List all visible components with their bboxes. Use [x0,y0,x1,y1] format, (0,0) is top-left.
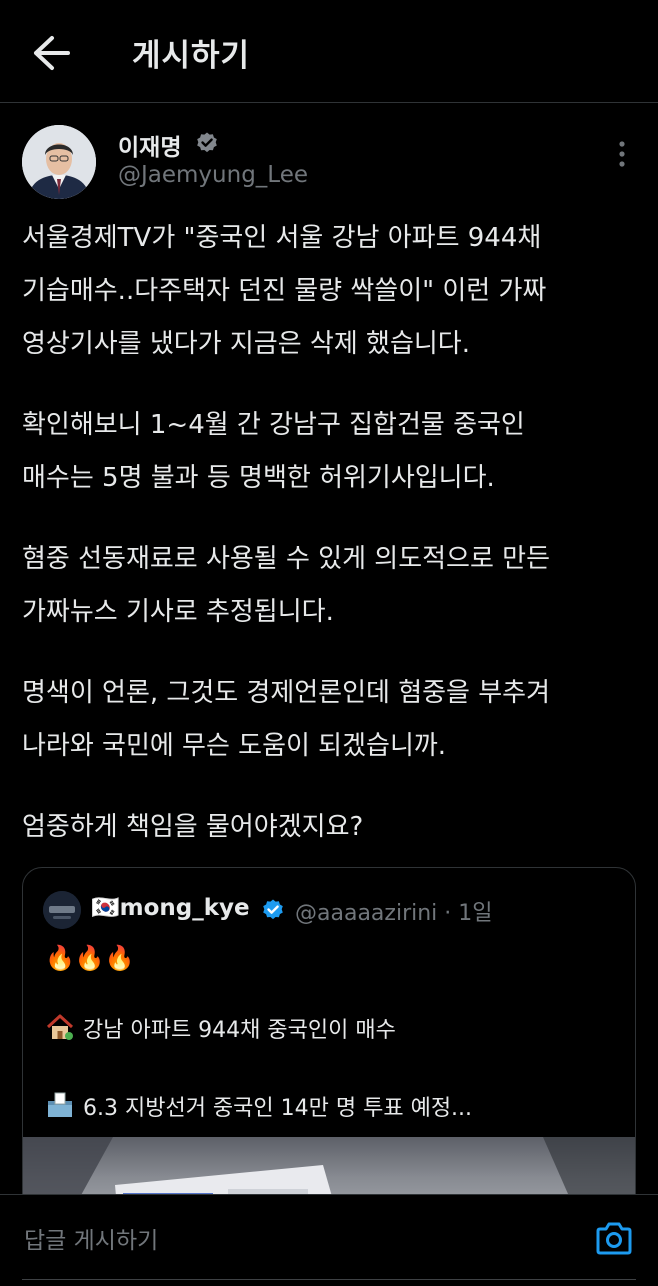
verified-badge-icon [197,132,217,153]
camera-icon [596,1222,632,1255]
author-handle[interactable]: @Jaemyung_Lee [118,162,308,188]
quoted-line: 강남 아파트 944채 중국인이 매수 [45,1012,396,1044]
post-paragraph: 혐중 선동재료로 사용될 수 있게 의도적으로 만든 가짜뉴스 기사로 추정됩니… [22,544,550,627]
more-options-button[interactable] [608,138,636,170]
quoted-line: 6.3 지방선거 중국인 14만 명 투표 예정... [45,1090,472,1122]
reply-input[interactable] [22,1210,566,1272]
quoted-avatar [43,891,81,929]
page-title: 게시하기 [132,38,251,74]
house-icon [46,1014,74,1040]
quoted-handle-time: @aaaaazirini · 1일 [295,901,493,926]
verified-badge-icon [263,899,283,920]
post-text: 서울경제TV가 "중국인 서울 강남 아파트 944채 기습매수..다주택자 던… [22,212,640,854]
quoted-display-name: 🇰🇷mong_kye [91,895,250,921]
arrow-left-icon [34,36,70,70]
avatar[interactable] [22,125,96,199]
post-paragraph: 엄중하게 책임을 물어야겠지요? [22,812,364,842]
quoted-post[interactable]: 🇰🇷mong_kye @aaaaazirini · 1일 🔥🔥🔥 강남 아파트 … [22,867,636,1229]
more-vertical-icon [619,141,625,167]
quoted-line-text: 6.3 지방선거 중국인 14만 명 투표 예정... [83,1096,473,1121]
quoted-emoji-line: 🔥🔥🔥 [45,944,135,972]
ballot-box-icon [48,1092,72,1117]
input-underline [22,1279,636,1280]
top-bar: 게시하기 [0,0,658,103]
quoted-line-text: 강남 아파트 944채 중국인이 매수 [83,1018,396,1043]
back-button[interactable] [30,34,74,72]
post-paragraph: 확인해보니 1~4월 간 강남구 집합건물 중국인 매수는 5명 불과 등 명백… [22,410,525,493]
post-paragraph: 명색이 언론, 그것도 경제언론인데 혐중을 부추겨 나라와 국민에 무슨 도움… [22,678,550,761]
post-paragraph: 서울경제TV가 "중국인 서울 강남 아파트 944채 기습매수..다주택자 던… [22,223,547,359]
camera-button[interactable] [594,1221,634,1257]
author-display-name[interactable]: 이재명 [118,128,181,162]
